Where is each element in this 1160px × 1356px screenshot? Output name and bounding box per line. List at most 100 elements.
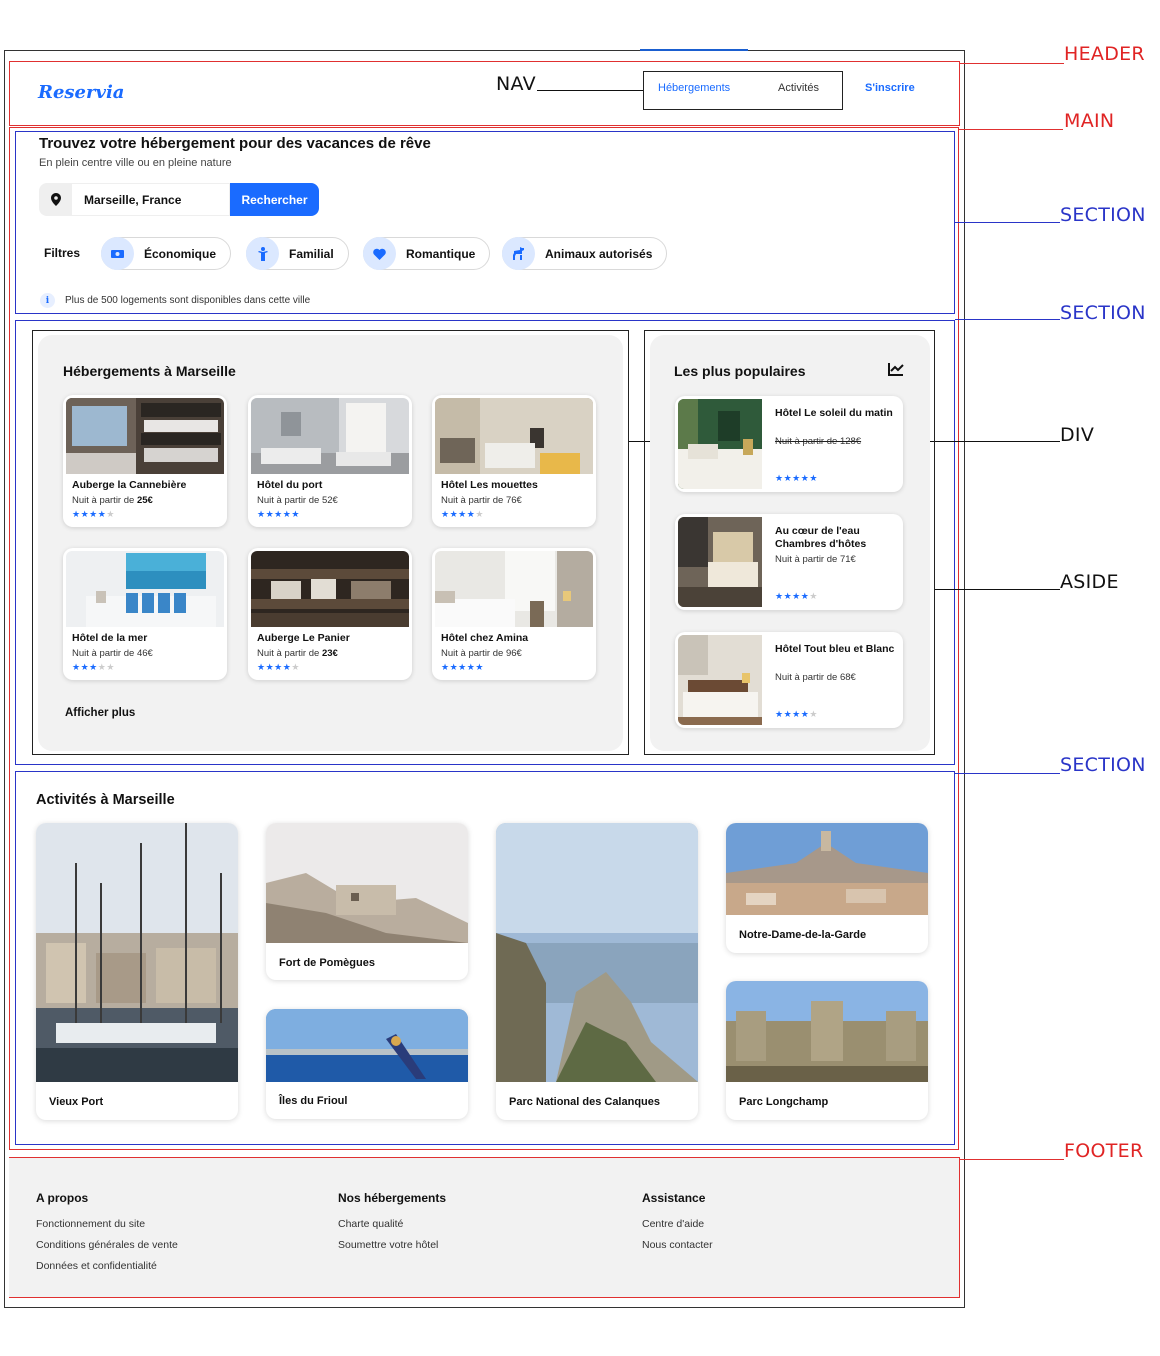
footer xyxy=(9,1158,959,1297)
star-empty-icon: ★ xyxy=(106,662,115,672)
listing-name: Hôtel du port xyxy=(257,479,323,491)
listings-title: Hébergements à Marseille xyxy=(63,363,236,379)
listing-price: Nuit à partir de 46€ xyxy=(72,648,153,659)
listing-card[interactable]: Hôtel de la mer Nuit à partir de 46€ ★★★… xyxy=(63,548,227,680)
activity-card[interactable]: Îles du Frioul xyxy=(266,1009,468,1119)
star-filled-icon: ★ xyxy=(792,709,801,719)
activity-card[interactable]: Notre-Dame-de-la-Garde xyxy=(726,823,928,953)
listing-name: Auberge la Cannebière xyxy=(72,479,187,491)
popular-price: Nuit à partir de 128€ xyxy=(775,436,862,447)
star-empty-icon: ★ xyxy=(809,591,818,601)
listing-card[interactable]: Auberge la Cannebière Nuit à partir de 2… xyxy=(63,395,227,527)
activity-name: Fort de Pomègues xyxy=(279,957,375,969)
annotation-main: MAIN xyxy=(1064,110,1115,132)
popular-price: Nuit à partir de 71€ xyxy=(775,554,856,565)
star-filled-icon: ★ xyxy=(72,509,81,519)
star-rating: ★★★★★ xyxy=(441,662,484,673)
star-filled-icon: ★ xyxy=(274,662,283,672)
listing-card[interactable]: Hôtel Les mouettes Nuit à partir de 76€ … xyxy=(432,395,596,527)
footer-col-title-assistance: Assistance xyxy=(642,1191,706,1205)
star-filled-icon: ★ xyxy=(783,473,793,483)
listing-photo xyxy=(251,398,409,474)
star-rating: ★★★★★ xyxy=(441,509,484,520)
logo[interactable]: Reservia xyxy=(38,82,124,103)
activity-card[interactable]: Parc National des Calanques xyxy=(496,823,698,1120)
star-empty-icon: ★ xyxy=(809,709,818,719)
listing-price: Nuit à partir de 76€ xyxy=(441,495,522,506)
star-filled-icon: ★ xyxy=(775,709,784,719)
listing-price: Nuit à partir de 52€ xyxy=(257,495,338,506)
listing-card[interactable]: Hôtel chez Amina Nuit à partir de 96€ ★★… xyxy=(432,548,596,680)
footer-link[interactable]: Charte qualité xyxy=(338,1218,403,1230)
filter-romantique[interactable]: Romantique xyxy=(363,237,491,270)
popular-card[interactable]: Hôtel Le soleil du matin Nuit à partir d… xyxy=(675,396,903,492)
map-pin-icon xyxy=(39,183,72,216)
info-text: Plus de 500 logements sont disponibles d… xyxy=(65,295,311,306)
filter-animaux[interactable]: Animaux autorisés xyxy=(502,237,668,270)
trending-chart-icon xyxy=(888,362,904,381)
show-more-link[interactable]: Afficher plus xyxy=(65,707,135,719)
activity-photo xyxy=(496,823,698,1082)
annotation-aside: ASIDE xyxy=(1060,571,1119,593)
dog-icon xyxy=(502,237,535,270)
filter-label: Romantique xyxy=(406,246,476,261)
listing-price: Nuit à partir de 23€ xyxy=(257,648,338,659)
activity-card[interactable]: Vieux Port xyxy=(36,823,238,1120)
popular-name: Hôtel Le soleil du matin xyxy=(775,407,893,419)
activity-name: Îles du Frioul xyxy=(279,1095,348,1107)
star-filled-icon: ★ xyxy=(257,662,266,672)
activity-name: Parc Longchamp xyxy=(739,1096,829,1108)
star-empty-icon: ★ xyxy=(291,662,300,672)
activity-photo xyxy=(266,823,468,943)
star-rating: ★★★★★ xyxy=(775,473,818,484)
footer-link[interactable]: Données et confidentialité xyxy=(36,1260,157,1272)
signup-link[interactable]: S'inscrire xyxy=(865,82,915,94)
star-filled-icon: ★ xyxy=(449,509,459,519)
activity-photo xyxy=(36,823,238,1082)
activity-card[interactable]: Parc Longchamp xyxy=(726,981,928,1120)
footer-link[interactable]: Fonctionnement du site xyxy=(36,1218,145,1230)
activity-photo xyxy=(726,981,928,1082)
nav-link-accommodations[interactable]: Hébergements xyxy=(658,82,730,94)
star-filled-icon: ★ xyxy=(441,662,450,672)
activity-name: Notre-Dame-de-la-Garde xyxy=(739,929,867,941)
footer-col-title-about: A propos xyxy=(36,1191,89,1205)
search-button[interactable]: Rechercher xyxy=(230,183,319,216)
family-icon xyxy=(246,237,279,270)
listing-card[interactable]: Hôtel du port Nuit à partir de 52€ ★★★★★ xyxy=(248,395,412,527)
filters-label: Filtres xyxy=(44,246,81,260)
star-filled-icon: ★ xyxy=(441,509,450,519)
filter-familial[interactable]: Familial xyxy=(246,237,349,270)
star-filled-icon: ★ xyxy=(89,662,98,672)
star-filled-icon: ★ xyxy=(458,509,467,519)
star-filled-icon: ★ xyxy=(265,662,275,672)
footer-link[interactable]: Centre d'aide xyxy=(642,1218,704,1230)
nav-link-activities[interactable]: Activités xyxy=(778,82,819,94)
search-input[interactable] xyxy=(72,183,230,216)
listing-card[interactable]: Auberge Le Panier Nuit à partir de 23€ ★… xyxy=(248,548,412,680)
annotation-footer: FOOTER xyxy=(1064,1140,1144,1162)
activity-card[interactable]: Fort de Pomègues xyxy=(266,823,468,980)
star-rating: ★★★★★ xyxy=(72,509,115,520)
footer-link[interactable]: Conditions générales de vente xyxy=(36,1239,178,1251)
popular-title: Les plus populaires xyxy=(674,363,806,379)
listing-price: Nuit à partir de 25€ xyxy=(72,495,153,506)
annotation-section-1: SECTION xyxy=(1060,204,1146,226)
popular-card[interactable]: Au cœur de l'eau Chambres d'hôtes Nuit à… xyxy=(675,514,903,610)
popular-card[interactable]: Hôtel Tout bleu et Blanc Nuit à partir d… xyxy=(675,632,903,728)
listing-name: Hôtel chez Amina xyxy=(441,632,529,644)
footer-link[interactable]: Nous contacter xyxy=(642,1239,713,1251)
filter-economique[interactable]: Économique xyxy=(101,237,232,270)
listing-name: Auberge Le Panier xyxy=(257,632,350,644)
listing-photo xyxy=(435,398,593,474)
activity-photo xyxy=(266,1009,468,1082)
popular-price: Nuit à partir de 68€ xyxy=(775,672,856,683)
star-filled-icon: ★ xyxy=(291,509,300,519)
star-rating: ★★★★★ xyxy=(72,662,115,673)
heart-icon xyxy=(363,237,396,270)
footer-col-title-accommodations: Nos hébergements xyxy=(338,1191,447,1205)
star-filled-icon: ★ xyxy=(458,662,467,672)
popular-name: Au cœur de l'eau Chambres d'hôtes xyxy=(775,525,867,550)
star-filled-icon: ★ xyxy=(783,709,793,719)
footer-link[interactable]: Soumettre votre hôtel xyxy=(338,1239,438,1251)
